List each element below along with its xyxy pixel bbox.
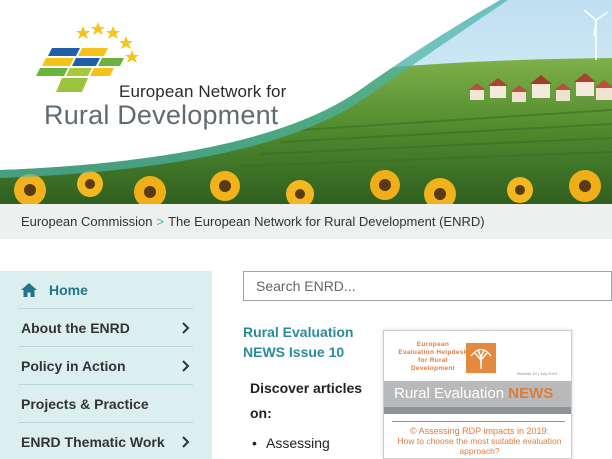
sidebar-item-label: Policy in Action [21,357,126,374]
headline-line1: © Assessing RDP impacts in 2019: [409,426,550,436]
news-title-link[interactable]: Rural Evaluation NEWS Issue 10 [243,322,373,362]
site-name[interactable]: European Network for Rural Development [44,82,286,131]
home-icon [21,282,37,297]
newsletter-masthead: European Evaluation Helpdesk for Rural D… [398,341,468,372]
newsletter-rule [392,421,565,422]
header-banner: European Network for Rural Development [0,0,612,204]
newsletter-cover-image[interactable]: European Evaluation Helpdesk for Rural D… [383,330,572,459]
sidebar-item-projects[interactable]: Projects & Practice [19,385,193,423]
article-list: Assessing [252,435,330,451]
newsletter-band-title: Rural Evaluation NEWS [394,385,553,402]
sidebar-item-label: Projects & Practice [21,395,149,412]
sidebar-item-thematic[interactable]: ENRD Thematic Work [19,423,193,459]
sidebar-item-label: About the ENRD [21,319,130,336]
sidebar-item-home[interactable]: Home [19,271,193,309]
headline-line2: How to choose the most suitable evaluati… [397,436,562,456]
sidebar-item-about[interactable]: About the ENRD [19,309,193,347]
discover-heading: Discover articles on: [250,380,363,421]
newsletter-headline: © Assessing RDP impacts in 2019: How to … [392,426,567,456]
breadcrumb-item-european-commission[interactable]: European Commission [21,214,153,229]
breadcrumb: European Commission > The European Network… [0,204,612,239]
sidebar-item-label: ENRD Thematic Work [21,434,165,450]
chevron-right-icon[interactable] [181,322,191,334]
site-name-line2: Rural Development [44,100,279,130]
chevron-right-icon[interactable] [181,436,191,448]
newsletter-subline [384,407,571,414]
band-title-right: NEWS [508,385,554,402]
list-item: Assessing [252,435,330,451]
sidebar-item-policy[interactable]: Policy in Action [19,347,193,385]
newsletter-issue: Number 10 | July 2019 [517,371,558,376]
breadcrumb-separator: > [156,214,165,229]
search-input[interactable] [243,271,612,301]
band-title-left: Rural Evaluation [394,385,505,402]
chevron-right-icon[interactable] [181,360,191,372]
sidebar-item-label: Home [49,281,88,298]
tree-logo-icon [466,343,496,373]
sidebar-nav: Home About the ENRD Policy in Action Pro… [0,271,212,459]
breadcrumb-item-enrd[interactable]: The European Network for Rural Developme… [168,214,484,229]
site-name-line1: European Network for [119,82,287,101]
